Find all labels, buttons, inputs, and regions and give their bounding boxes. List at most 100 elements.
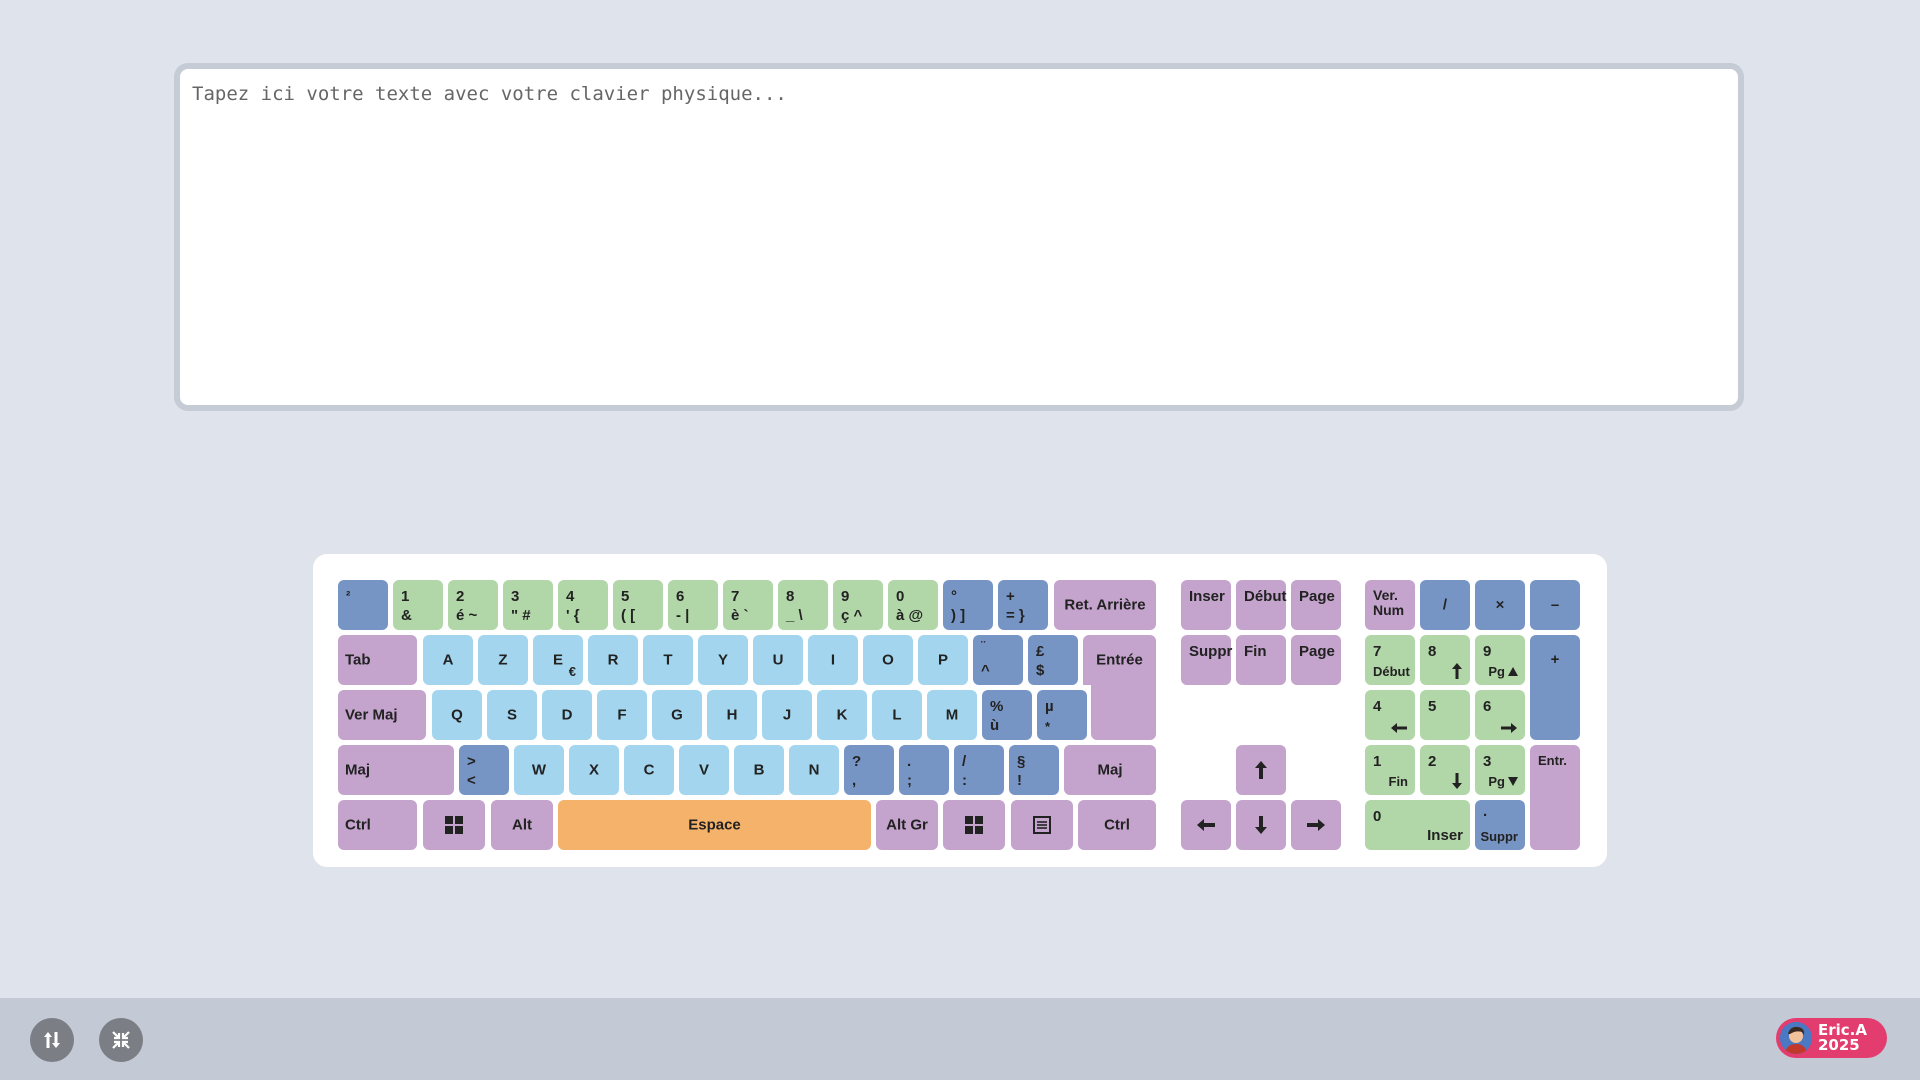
key-numpad-dot[interactable]: . Suppr — [1475, 800, 1525, 850]
key-numpad-5[interactable]: 5 — [1420, 690, 1470, 740]
key-8[interactable]: 8 _ \ — [778, 580, 828, 630]
key-u[interactable]: U — [753, 635, 803, 685]
key-dollar[interactable]: £ $ — [1028, 635, 1078, 685]
key-numpad-7[interactable]: 7 Début — [1365, 635, 1415, 685]
key-shift-left[interactable]: Maj — [338, 745, 454, 795]
key-alt[interactable]: Alt — [491, 800, 553, 850]
key-p[interactable]: P — [918, 635, 968, 685]
key-numpad-9[interactable]: 9 Pg — [1475, 635, 1525, 685]
key-s[interactable]: S — [487, 690, 537, 740]
key-2[interactable]: 2 é ~ — [448, 580, 498, 630]
key-t[interactable]: T — [643, 635, 693, 685]
key-numpad-8[interactable]: 8 — [1420, 635, 1470, 685]
compress-button[interactable] — [99, 1018, 143, 1062]
arrow-right-icon — [1501, 723, 1517, 733]
key-z[interactable]: Z — [478, 635, 528, 685]
key-5[interactable]: 5 ( [ — [613, 580, 663, 630]
key-numlock[interactable]: Ver. Num — [1365, 580, 1415, 630]
key-numpad-4[interactable]: 4 — [1365, 690, 1415, 740]
key-g[interactable]: G — [652, 690, 702, 740]
key-v[interactable]: V — [679, 745, 729, 795]
key-numpad-2[interactable]: 2 — [1420, 745, 1470, 795]
key-e[interactable]: E € — [533, 635, 583, 685]
key-numpad-3[interactable]: 3 Pg — [1475, 745, 1525, 795]
key-arrow-down[interactable] — [1236, 800, 1286, 850]
key-caps-lock[interactable]: Ver Maj — [338, 690, 426, 740]
key-ctrl-right[interactable]: Ctrl — [1078, 800, 1156, 850]
key-r[interactable]: R — [588, 635, 638, 685]
avatar-illustration-icon — [1780, 1022, 1812, 1054]
windows-icon — [965, 816, 983, 834]
key-arrow-up[interactable] — [1236, 745, 1286, 795]
key-semicolon[interactable]: . ; — [899, 745, 949, 795]
key-end[interactable]: Fin — [1236, 635, 1286, 685]
key-numpad-plus[interactable]: + — [1530, 635, 1580, 740]
key-altgr[interactable]: Alt Gr — [876, 800, 938, 850]
key-1[interactable]: 1 & — [393, 580, 443, 630]
key-a[interactable]: A — [423, 635, 473, 685]
key-home[interactable]: Début — [1236, 580, 1287, 630]
author-badge[interactable]: Eric.A 2025 — [1776, 1018, 1887, 1058]
key-6[interactable]: 6 - | — [668, 580, 718, 630]
key-arrow-right[interactable] — [1291, 800, 1341, 850]
key-j[interactable]: J — [762, 690, 812, 740]
key-m[interactable]: M — [927, 690, 977, 740]
key-caret[interactable]: ¨ ^ — [973, 635, 1023, 685]
key-n[interactable]: N — [789, 745, 839, 795]
key-4[interactable]: 4 ' { — [558, 580, 608, 630]
key-enter-lower[interactable] — [1091, 680, 1156, 740]
arrow-right-icon — [1307, 819, 1325, 831]
key-superscript-2[interactable]: ² — [338, 580, 388, 630]
key-page-up[interactable]: Page — [1291, 580, 1341, 630]
key-page-down[interactable]: Page — [1291, 635, 1341, 685]
key-b[interactable]: B — [734, 745, 784, 795]
key-d[interactable]: D — [542, 690, 592, 740]
key-o[interactable]: O — [863, 635, 913, 685]
key-angle-bracket[interactable]: > < — [459, 745, 509, 795]
key-windows-right[interactable] — [943, 800, 1005, 850]
key-exclamation[interactable]: § ! — [1009, 745, 1059, 795]
key-shift-right[interactable]: Maj — [1064, 745, 1156, 795]
key-comma[interactable]: ? , — [844, 745, 894, 795]
key-9[interactable]: 9 ç ^ — [833, 580, 883, 630]
key-mu[interactable]: µ * — [1037, 690, 1087, 740]
key-w[interactable]: W — [514, 745, 564, 795]
key-numpad-6[interactable]: 6 — [1475, 690, 1525, 740]
key-numpad-multiply[interactable]: × — [1475, 580, 1525, 630]
key-numpad-enter[interactable]: Entr. — [1530, 745, 1580, 850]
text-input[interactable] — [180, 69, 1738, 405]
key-7[interactable]: 7 è ` — [723, 580, 773, 630]
key-delete[interactable]: Suppr — [1181, 635, 1232, 685]
key-l[interactable]: L — [872, 690, 922, 740]
key-q[interactable]: Q — [432, 690, 482, 740]
key-arrow-left[interactable] — [1181, 800, 1231, 850]
key-3[interactable]: 3 " # — [503, 580, 553, 630]
text-input-container — [174, 63, 1744, 411]
key-u-grave[interactable]: % ù — [982, 690, 1032, 740]
key-windows-left[interactable] — [423, 800, 485, 850]
key-numpad-minus[interactable]: – — [1530, 580, 1580, 630]
key-enter[interactable]: Entrée — [1083, 635, 1156, 685]
key-right-paren[interactable]: ° ) ] — [943, 580, 993, 630]
key-space[interactable]: Espace — [558, 800, 871, 850]
key-colon[interactable]: / : — [954, 745, 1004, 795]
swap-vertical-icon — [44, 1032, 60, 1048]
key-numpad-divide[interactable]: / — [1420, 580, 1470, 630]
key-y[interactable]: Y — [698, 635, 748, 685]
key-backspace[interactable]: Ret. Arrière — [1054, 580, 1156, 630]
key-i[interactable]: I — [808, 635, 858, 685]
swap-layout-button[interactable] — [30, 1018, 74, 1062]
key-tab[interactable]: Tab — [338, 635, 417, 685]
key-equal[interactable]: + = } — [998, 580, 1048, 630]
key-x[interactable]: X — [569, 745, 619, 795]
key-insert[interactable]: Inser — [1181, 580, 1231, 630]
key-0[interactable]: 0 à @ — [888, 580, 938, 630]
key-h[interactable]: H — [707, 690, 757, 740]
key-c[interactable]: C — [624, 745, 674, 795]
key-k[interactable]: K — [817, 690, 867, 740]
key-ctrl-left[interactable]: Ctrl — [338, 800, 417, 850]
key-numpad-1[interactable]: 1 Fin — [1365, 745, 1415, 795]
key-f[interactable]: F — [597, 690, 647, 740]
key-menu[interactable] — [1011, 800, 1073, 850]
key-numpad-0[interactable]: 0 Inser — [1365, 800, 1470, 850]
